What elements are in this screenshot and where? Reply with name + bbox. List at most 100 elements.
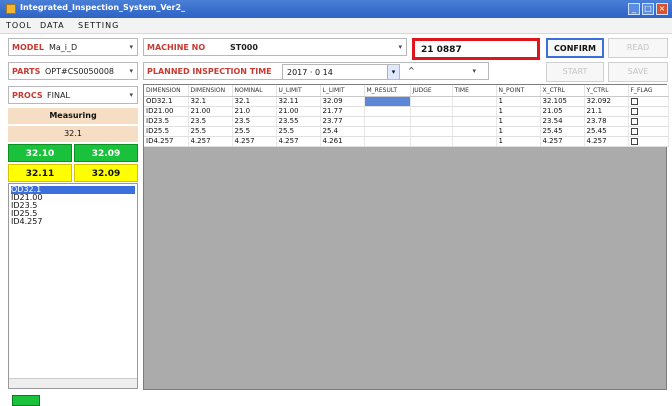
table-cell[interactable] [452, 106, 497, 117]
table-cell[interactable]: 32.105 [540, 96, 585, 107]
table-cell[interactable]: 1 [496, 126, 541, 137]
chevron-up-icon[interactable]: ^ [408, 66, 415, 75]
column-header[interactable]: DIMENSION [144, 85, 189, 97]
table-cell[interactable] [364, 116, 411, 127]
table-cell[interactable]: 4.257 [276, 136, 321, 147]
table-cell[interactable]: 1 [496, 116, 541, 127]
machine-select[interactable]: MACHINE NO ST000 ▾ [143, 38, 407, 56]
table-cell[interactable]: 4.257 [584, 136, 629, 147]
table-cell[interactable]: OD32.1 [144, 96, 189, 107]
menu-setting[interactable]: SETTING [78, 21, 119, 30]
table-cell[interactable]: ID25.5 [144, 126, 189, 137]
table-cell[interactable] [410, 116, 453, 127]
table-cell[interactable]: 21.05 [540, 106, 585, 117]
table-cell[interactable]: 21.00 [188, 106, 233, 117]
column-header[interactable]: N_POINT [496, 85, 541, 97]
table-cell[interactable]: 25.4 [320, 126, 365, 137]
table-cell[interactable]: ID23.5 [144, 116, 189, 127]
date-picker[interactable]: 2017 · 0 14 ▾ [282, 64, 400, 80]
table-cell[interactable]: 4.261 [320, 136, 365, 147]
table-cell[interactable] [410, 96, 453, 107]
table-cell[interactable] [452, 96, 497, 107]
model-select[interactable]: MODEL Ma_i_D ▾ [8, 38, 138, 56]
table-cell[interactable]: 21.1 [584, 106, 629, 117]
table-cell[interactable]: 25.5 [232, 126, 277, 137]
dimension-list[interactable]: OD32.1 ID21.00 ID23.5 ID25.5 ID4.257 [8, 183, 138, 389]
table-cell[interactable]: 25.45 [584, 126, 629, 137]
table-cell[interactable]: 32.092 [584, 96, 629, 107]
table-cell[interactable] [452, 126, 497, 137]
column-header[interactable]: F_FLAG [628, 85, 669, 97]
table-cell[interactable]: 4.257 [188, 136, 233, 147]
maximize-button[interactable]: □ [642, 3, 654, 15]
start-button[interactable]: START [546, 62, 604, 82]
table-cell[interactable]: ID21.00 [144, 106, 189, 117]
table-cell[interactable] [410, 136, 453, 147]
process-select[interactable]: PROCS FINAL ▾ [8, 86, 138, 104]
table-cell[interactable]: 25.45 [540, 126, 585, 137]
table-cell[interactable]: 32.11 [276, 96, 321, 107]
table-cell[interactable] [628, 116, 669, 127]
table-cell[interactable] [628, 106, 669, 117]
read-barcode-button[interactable]: READ BARCODE [608, 38, 668, 70]
list-item[interactable]: ID4.257 [11, 218, 42, 226]
parts-select[interactable]: PARTS OPT#CS0050008 ▾ [8, 62, 138, 80]
save-button[interactable]: SAVE [608, 62, 668, 82]
table-cell[interactable]: 23.78 [584, 116, 629, 127]
table-cell[interactable]: 23.54 [540, 116, 585, 127]
table-row[interactable]: ID23.5 23.5 23.5 23.55 23.77 1 23.54 23.78 [144, 116, 669, 127]
close-button[interactable]: × [656, 3, 668, 15]
table-row[interactable]: ID25.5 25.5 25.5 25.5 25.4 1 25.45 25.45 [144, 126, 669, 137]
column-header[interactable]: NOMINAL [232, 85, 277, 97]
column-header[interactable]: U_LIMIT [276, 85, 321, 97]
table-cell[interactable]: 25.5 [188, 126, 233, 137]
column-header[interactable]: M_RESULT [364, 85, 411, 97]
table-row[interactable]: ID21.00 21.00 21.0 21.00 21.77 1 21.05 21.1 [144, 106, 669, 117]
checkbox[interactable] [630, 117, 638, 125]
table-cell[interactable]: 21.0 [232, 106, 277, 117]
column-header[interactable]: L_LIMIT [320, 85, 365, 97]
column-header[interactable]: DIMENSION [188, 85, 233, 97]
table-cell[interactable]: 23.5 [188, 116, 233, 127]
table-cell[interactable]: 1 [496, 96, 541, 107]
column-header[interactable]: Y_CTRL [584, 85, 629, 97]
checkbox[interactable] [630, 97, 638, 105]
table-cell[interactable]: 21.77 [320, 106, 365, 117]
table-cell[interactable]: 25.5 [276, 126, 321, 137]
column-header[interactable]: TIME [452, 85, 497, 97]
column-header[interactable]: X_CTRL [540, 85, 585, 97]
status-indicator[interactable] [12, 395, 40, 406]
minimize-button[interactable]: _ [628, 3, 640, 15]
table-cell[interactable] [628, 126, 669, 137]
checkbox[interactable] [630, 137, 638, 145]
table-cell[interactable] [410, 106, 453, 117]
table-cell[interactable]: 4.257 [232, 136, 277, 147]
table-cell[interactable] [452, 116, 497, 127]
table-row[interactable]: ID4.257 4.257 4.257 4.257 4.261 1 4.257 4.257 [144, 136, 669, 147]
menu-tool[interactable]: TOOL [6, 21, 32, 30]
horizontal-scrollbar[interactable] [9, 378, 137, 388]
table-cell[interactable]: ID4.257 [144, 136, 189, 147]
table-cell[interactable] [628, 96, 669, 107]
checkbox[interactable] [630, 107, 638, 115]
table-cell[interactable]: 4.257 [540, 136, 585, 147]
table-cell[interactable]: 23.5 [232, 116, 277, 127]
table-cell[interactable] [364, 126, 411, 137]
calendar-dropdown-icon[interactable]: ▾ [387, 65, 399, 79]
column-header[interactable]: JUDGE [410, 85, 453, 97]
confirm-button[interactable]: CONFIRM [546, 38, 604, 58]
table-cell[interactable] [628, 136, 669, 147]
table-row[interactable]: OD32.1 32.1 32.1 32.11 32.09 1 32.105 32.092 [144, 96, 669, 107]
table-cell[interactable]: 32.1 [188, 96, 233, 107]
barcode-field[interactable]: 21 0887 [412, 38, 540, 60]
table-cell[interactable]: 21.00 [276, 106, 321, 117]
table-cell[interactable]: 32.1 [232, 96, 277, 107]
table-cell[interactable]: 23.77 [320, 116, 365, 127]
checkbox[interactable] [630, 127, 638, 135]
table-cell[interactable] [410, 126, 453, 137]
table-cell[interactable] [364, 96, 411, 107]
table-cell[interactable] [364, 106, 411, 117]
table-cell[interactable] [452, 136, 497, 147]
table-cell[interactable]: 1 [496, 106, 541, 117]
table-cell[interactable]: 23.55 [276, 116, 321, 127]
